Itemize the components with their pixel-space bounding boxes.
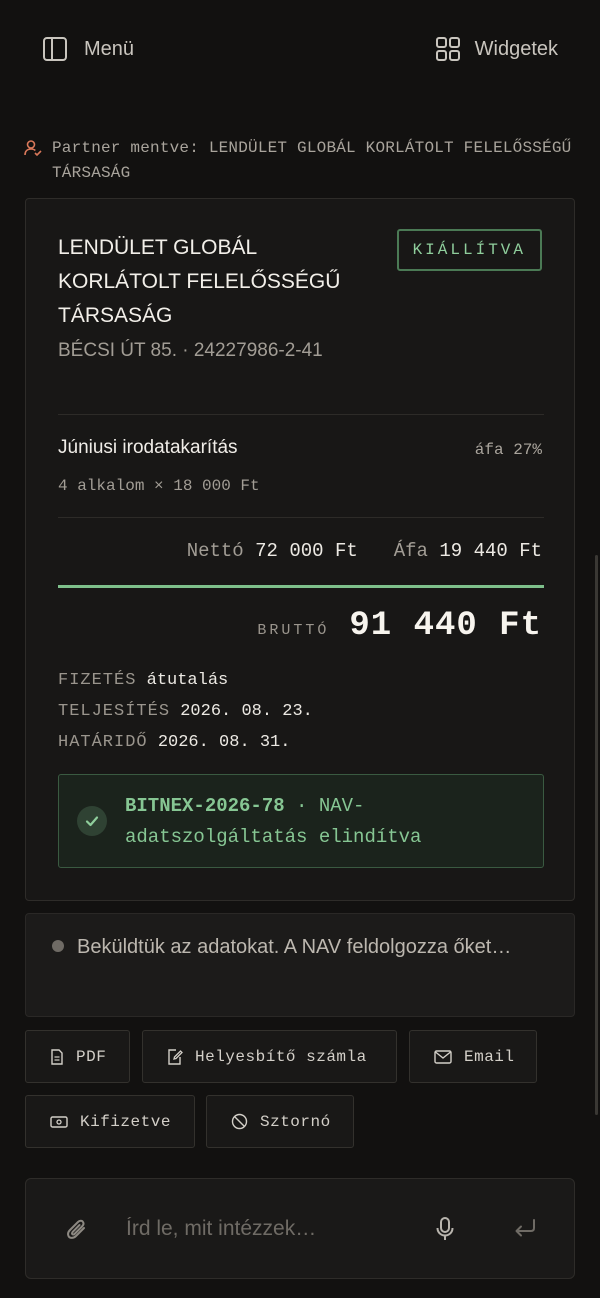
net-label: Nettó <box>186 540 244 562</box>
partner-name: LENDÜLET GLOBÁL KORLÁTOLT FELELŐSSÉGŰ TÁ… <box>58 236 341 327</box>
document-icon <box>50 1048 64 1065</box>
fulfilment-label: TELJESÍTÉS <box>58 702 171 721</box>
nav-status-text: BITNEX-2026-78 · NAV-adatszolgáltatás el… <box>125 791 525 853</box>
line-item-name: Júniusi irodatakarítás <box>58 437 238 458</box>
net-value: 72 000 Ft <box>255 540 358 562</box>
check-circle-icon <box>77 806 107 836</box>
cancel-circle-icon <box>231 1113 248 1130</box>
gross-value: 91 440 Ft <box>349 607 542 645</box>
invoice-number: BITNEX-2026-78 <box>125 795 285 817</box>
menu-button[interactable]: Menü <box>42 36 134 62</box>
enter-icon[interactable] <box>514 1219 536 1237</box>
widgets-button[interactable]: Widgetek <box>435 36 558 62</box>
scrollbar[interactable] <box>595 555 598 1115</box>
message-composer <box>25 1178 575 1279</box>
storno-button[interactable]: Sztornó <box>206 1095 354 1148</box>
line-item-vat: áfa 27% <box>474 441 542 459</box>
line-item-quantity: 4 alkalom × 18 000 Ft <box>58 477 260 495</box>
email-button[interactable]: Email <box>409 1030 537 1083</box>
total-separator <box>58 585 544 588</box>
fulfilment-value: 2026. 08. 23. <box>180 702 313 721</box>
gross-total: BRUTTÓ 91 440 Ft <box>257 607 542 645</box>
mail-icon <box>434 1049 452 1064</box>
corrective-invoice-button[interactable]: Helyesbítő számla <box>142 1030 397 1083</box>
user-check-icon <box>24 139 42 186</box>
pdf-button[interactable]: PDF <box>25 1030 130 1083</box>
microphone-icon[interactable] <box>436 1217 454 1241</box>
grid-icon <box>435 36 461 62</box>
due-label: HATÁRIDŐ <box>58 733 148 752</box>
divider <box>58 414 544 415</box>
partner-saved-text: Partner mentve: LENDÜLET GLOBÁL KORLÁTOL… <box>52 139 572 182</box>
status-dot <box>52 940 64 952</box>
invoice-card: LENDÜLET GLOBÁL KORLÁTOLT FELELŐSSÉGŰ TÁ… <box>25 198 575 901</box>
pdf-label: PDF <box>76 1047 107 1066</box>
payment-method: FIZETÉS átutalás <box>58 671 538 690</box>
top-bar: Menü Widgetek <box>0 0 600 100</box>
paid-label: Kifizetve <box>80 1112 171 1131</box>
payment-value: átutalás <box>146 671 229 690</box>
gross-label: BRUTTÓ <box>257 622 330 639</box>
edit-document-icon <box>167 1048 183 1065</box>
partner-address: BÉCSI ÚT 85. · 24227986-2-41 <box>58 340 323 361</box>
assistant-status-message: Beküldtük az adatokat. A NAV feldolgozza… <box>25 913 575 1017</box>
partner-saved-notice: Partner mentve: LENDÜLET GLOBÁL KORLÁTOL… <box>24 136 584 186</box>
nav-submission-status: BITNEX-2026-78 · NAV-adatszolgáltatás el… <box>58 774 544 868</box>
corrective-invoice-label: Helyesbítő számla <box>195 1047 367 1066</box>
payment-label: FIZETÉS <box>58 671 137 690</box>
paid-button[interactable]: Kifizetve <box>25 1095 195 1148</box>
due-value: 2026. 08. 31. <box>157 733 291 752</box>
paperclip-icon[interactable] <box>66 1217 88 1241</box>
divider <box>58 517 544 518</box>
menu-label: Menü <box>84 37 135 60</box>
banknote-icon <box>50 1115 68 1129</box>
message-input[interactable] <box>126 1211 416 1247</box>
email-label: Email <box>464 1047 515 1066</box>
vat-label: Áfa <box>393 540 428 562</box>
status-badge: KIÁLLÍTVA <box>396 229 542 271</box>
status-message-text: Beküldtük az adatokat. A NAV feldolgozza… <box>77 936 512 958</box>
fulfilment-date: TELJESÍTÉS 2026. 08. 23. <box>58 702 538 721</box>
widgets-label: Widgetek <box>474 37 558 60</box>
due-date: HATÁRIDŐ 2026. 08. 31. <box>58 733 538 752</box>
sidebar-panel-icon <box>42 36 68 62</box>
vat-value: 19 440 Ft <box>439 540 542 562</box>
storno-label: Sztornó <box>260 1112 331 1131</box>
totals-line: Nettó 72 000 Ft Áfa 19 440 Ft <box>187 540 542 562</box>
